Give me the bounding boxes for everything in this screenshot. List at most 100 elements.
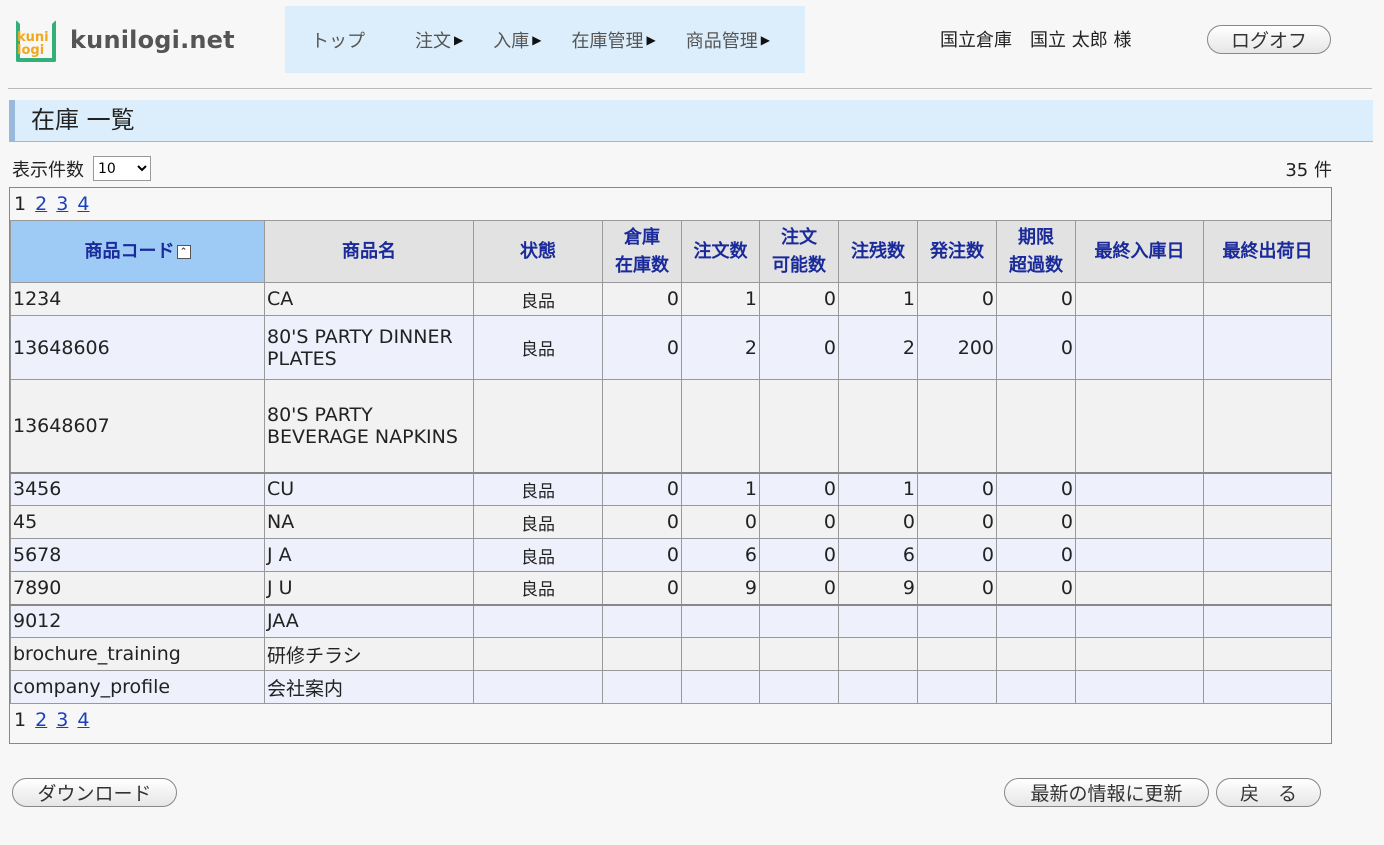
- cell-last-received: [1075, 637, 1204, 671]
- cell-order-qty: 1: [681, 471, 760, 506]
- cell-warehouse-stock: 0: [602, 571, 682, 605]
- pager-link-4[interactable]: 4: [77, 193, 89, 215]
- header-label: 発注数: [930, 240, 984, 262]
- table-row[interactable]: 7890 J U 良品 0 9 0 9 0 0: [10, 571, 1332, 605]
- column-header-expired-qty[interactable]: 期限 超過数: [996, 220, 1076, 283]
- header-label: 期限: [1018, 226, 1054, 248]
- cell-order-qty: 0: [681, 505, 760, 539]
- table-row[interactable]: 45 NA 良品 0 0 0 0 0 0: [10, 505, 1332, 539]
- cell-backorder-qty: [838, 603, 918, 638]
- user-info: 国立倉庫 国立 太郎 様: [940, 26, 1149, 52]
- cell-product-code: 5678: [10, 538, 265, 572]
- caret-right-icon: ▶: [646, 32, 656, 47]
- nav-item-inventory[interactable]: 在庫管理 ▶: [571, 27, 655, 53]
- cell-condition: 良品: [473, 538, 603, 572]
- cell-order-qty: 9: [681, 571, 760, 605]
- cell-expired-qty: [996, 637, 1076, 671]
- cell-product-code: 45: [10, 505, 265, 539]
- cell-orderable-qty: [759, 379, 839, 473]
- column-header-orderable-qty[interactable]: 注文 可能数: [759, 220, 839, 283]
- cell-last-shipped: [1203, 571, 1332, 605]
- logoff-button[interactable]: ログオフ: [1207, 25, 1331, 54]
- table-row[interactable]: 13648607 80'S PARTY BEVERAGE NAPKINS: [10, 379, 1332, 473]
- caret-right-icon: ▶: [532, 32, 542, 47]
- cell-condition: 良品: [473, 505, 603, 539]
- column-header-backorder-qty[interactable]: 注残数: [838, 220, 918, 283]
- cell-product-code: brochure_training: [10, 637, 265, 671]
- header-label: 商品名: [342, 240, 396, 262]
- display-count-select[interactable]: 10: [93, 156, 151, 181]
- column-header-last-received[interactable]: 最終入庫日: [1075, 220, 1204, 283]
- cell-purchase-qty: 200: [917, 315, 997, 380]
- cell-purchase-qty: 0: [917, 571, 997, 605]
- cell-backorder-qty: [838, 637, 918, 671]
- column-header-product-code[interactable]: 商品コード ⌃: [10, 220, 265, 283]
- cell-purchase-qty: 0: [917, 282, 997, 316]
- cell-expired-qty: 0: [996, 538, 1076, 572]
- nav-item-top[interactable]: トップ: [311, 27, 365, 53]
- logo[interactable]: kuni logi kunilogi.net: [14, 12, 235, 68]
- total-count: 35 件: [1285, 160, 1332, 181]
- cell-order-qty: 1: [681, 282, 760, 316]
- nav-item-order[interactable]: 注文 ▶: [415, 27, 463, 53]
- sort-ascending-icon[interactable]: ⌃: [176, 244, 191, 259]
- column-header-purchase-qty[interactable]: 発注数: [917, 220, 997, 283]
- cell-product-code: 7890: [10, 571, 265, 605]
- cell-backorder-qty: 1: [838, 471, 918, 506]
- logo-mark-line2: logi: [17, 43, 45, 58]
- cell-purchase-qty: [917, 637, 997, 671]
- nav-item-products-label: 商品管理: [685, 30, 758, 52]
- cell-product-name: NA: [264, 505, 474, 539]
- cell-warehouse-stock: [602, 670, 682, 704]
- pager-link-3[interactable]: 3: [56, 193, 68, 215]
- cell-last-shipped: [1203, 538, 1332, 572]
- cell-warehouse-stock: 0: [602, 538, 682, 572]
- header-label: 状態: [520, 240, 556, 262]
- cell-backorder-qty: [838, 379, 918, 473]
- refresh-button[interactable]: 最新の情報に更新: [1004, 778, 1209, 807]
- table-row[interactable]: brochure_training 研修チラシ: [10, 637, 1332, 671]
- cell-condition: 良品: [473, 315, 603, 380]
- cell-condition: 良品: [473, 282, 603, 316]
- cell-last-received: [1075, 315, 1204, 380]
- header-label: 注文数: [693, 240, 748, 262]
- table-row[interactable]: 5678 J A 良品 0 6 0 6 0 0: [10, 538, 1332, 572]
- cell-orderable-qty: [759, 603, 839, 638]
- back-button[interactable]: 戻 る: [1216, 778, 1321, 807]
- column-header-product-name[interactable]: 商品名: [264, 220, 474, 283]
- caret-right-icon: ▶: [760, 32, 770, 47]
- download-button[interactable]: ダウンロード: [12, 778, 177, 807]
- inventory-table: 商品コード ⌃ 商品名 状態 倉庫 在庫数 注文数 注文 可能数 注残数 発注数 期限…: [10, 220, 1332, 704]
- pager-bottom: 1 2 3 4: [10, 704, 1331, 736]
- nav-item-receiving-label: 入庫: [493, 30, 530, 52]
- table-row[interactable]: 9012 JAA: [10, 603, 1332, 638]
- cell-orderable-qty: 0: [759, 571, 839, 605]
- cell-order-qty: [681, 603, 760, 638]
- pager-link-3[interactable]: 3: [56, 709, 68, 731]
- inventory-list: 1 2 3 4 商品コード ⌃ 商品名 状態 倉庫 在庫数 注文数 注文 可能数 注残…: [9, 187, 1332, 744]
- table-row[interactable]: 1234 CA 良品 0 1 0 1 0 0: [10, 282, 1332, 316]
- cell-product-name: 80'S PARTY DINNER PLATES: [264, 315, 474, 380]
- column-header-last-shipped[interactable]: 最終出荷日: [1203, 220, 1332, 283]
- nav-item-products[interactable]: 商品管理 ▶: [686, 27, 770, 53]
- cell-order-qty: 6: [681, 538, 760, 572]
- cell-warehouse-stock: [602, 637, 682, 671]
- cell-condition: [473, 670, 603, 704]
- nav-item-receiving[interactable]: 入庫 ▶: [493, 27, 541, 53]
- cell-warehouse-stock: 0: [602, 505, 682, 539]
- cell-product-name: 研修チラシ: [264, 637, 474, 671]
- cell-orderable-qty: 0: [759, 505, 839, 539]
- cell-product-name: 会社案内: [264, 670, 474, 704]
- table-row[interactable]: 13648606 80'S PARTY DINNER PLATES 良品 0 2 0 2 20…: [10, 315, 1332, 380]
- header-label: 超過数: [1009, 254, 1063, 276]
- cell-condition: [473, 637, 603, 671]
- pager-link-2[interactable]: 2: [35, 709, 47, 731]
- pager-link-4[interactable]: 4: [77, 709, 89, 731]
- table-row[interactable]: 3456 CU 良品 0 1 0 1 0 0: [10, 471, 1332, 506]
- table-row[interactable]: company_profile 会社案内: [10, 670, 1332, 704]
- cell-product-code: 1234: [10, 282, 265, 316]
- pager-link-2[interactable]: 2: [35, 193, 47, 215]
- column-header-condition[interactable]: 状態: [473, 220, 603, 283]
- column-header-order-qty[interactable]: 注文数: [681, 220, 760, 283]
- column-header-warehouse-stock[interactable]: 倉庫 在庫数: [602, 220, 682, 283]
